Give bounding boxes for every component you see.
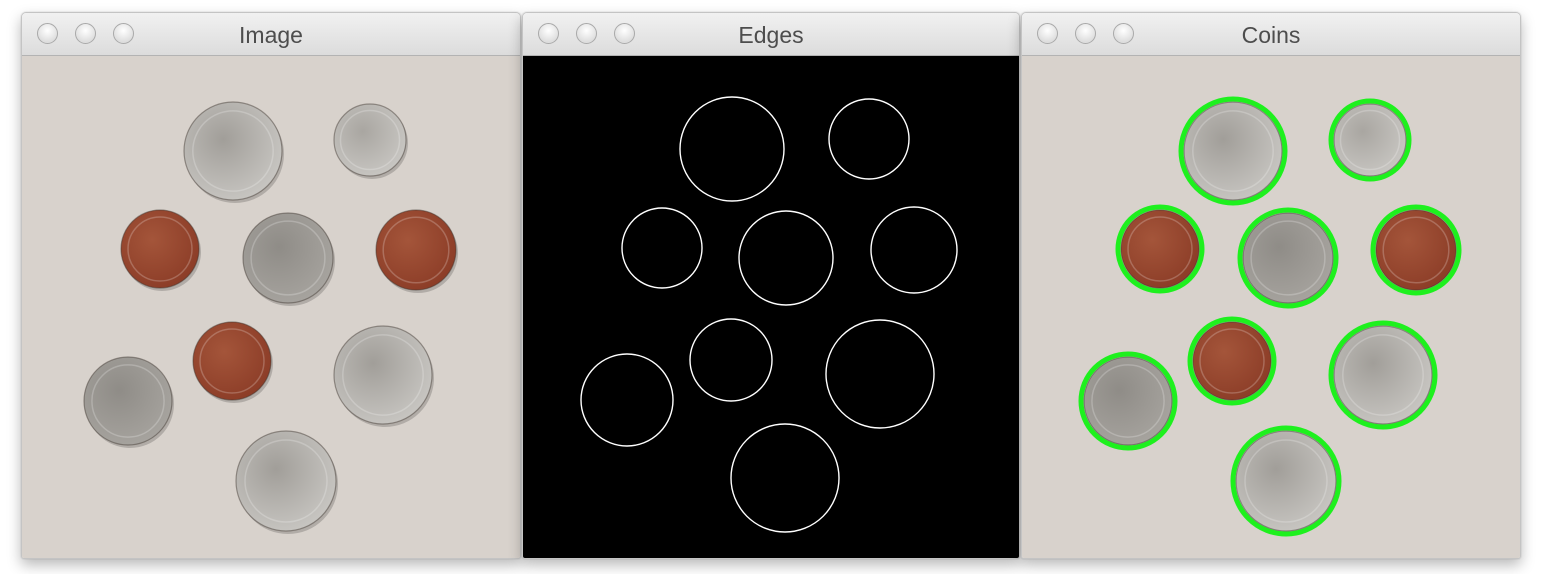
titlebar[interactable]: Coins xyxy=(1022,13,1520,56)
edges-background xyxy=(523,56,1019,558)
titlebar[interactable]: Edges xyxy=(523,13,1019,56)
detected-coins-image xyxy=(1022,56,1520,558)
image-canvas xyxy=(22,56,520,558)
nickel-coin xyxy=(242,212,334,304)
penny-coin xyxy=(1120,209,1200,289)
quarter-coin xyxy=(1235,430,1337,532)
edges-image xyxy=(523,56,1019,558)
quarter-coin xyxy=(333,325,433,425)
dime-coin xyxy=(1333,103,1407,177)
nickel-coin xyxy=(1242,212,1334,304)
quarter-coin xyxy=(1183,101,1283,201)
penny-coin xyxy=(1375,209,1457,291)
penny-coin xyxy=(192,321,272,401)
window-title: Edges xyxy=(738,22,804,48)
window-image: Image xyxy=(21,12,521,559)
titlebar[interactable]: Image xyxy=(22,13,520,56)
quarter-coin xyxy=(183,101,283,201)
penny-coin xyxy=(375,209,457,291)
quarter-coin xyxy=(235,430,337,532)
nickel-coin xyxy=(83,356,173,446)
edges-canvas xyxy=(523,56,1019,558)
dime-coin xyxy=(333,103,407,177)
coins-photo xyxy=(22,56,520,558)
penny-coin xyxy=(1192,321,1272,401)
window-title: Image xyxy=(239,22,303,48)
nickel-coin xyxy=(1083,356,1173,446)
window-coins: Coins xyxy=(1021,12,1521,559)
window-title: Coins xyxy=(1241,22,1301,48)
window-edges: Edges xyxy=(522,12,1020,559)
coins-canvas xyxy=(1022,56,1520,558)
penny-coin xyxy=(120,209,200,289)
quarter-coin xyxy=(1333,325,1433,425)
